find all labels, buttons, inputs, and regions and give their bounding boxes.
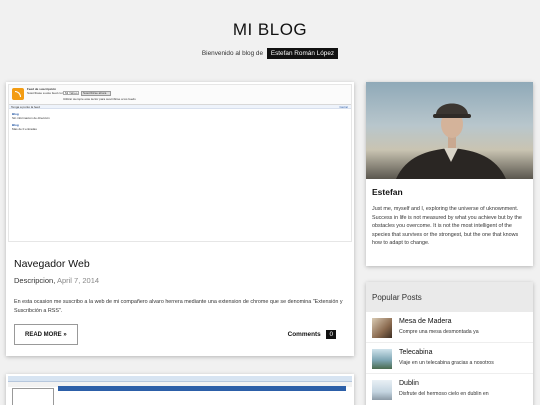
blog-header: MI BLOG Bienvenido al blog de Estefan Ro… [0, 0, 540, 59]
feed-item-desc: Mas de 0 entradas [12, 127, 37, 131]
window-content-header: Bienvenido a IIS [58, 386, 346, 400]
site-title[interactable]: MI BLOG [0, 20, 540, 40]
checkbox-text: Utilizar siempre este lector para suscri… [63, 97, 136, 101]
profile-photo [366, 82, 533, 179]
popular-post-thumbnail[interactable] [372, 349, 392, 369]
subscribe-now-label: Suscribirse ahora [83, 91, 107, 95]
post-date: April 7, 2014 [56, 276, 100, 285]
read-more-button[interactable]: READ MORE » [14, 324, 78, 345]
post-category[interactable]: Descripcion [14, 276, 53, 285]
popular-post-title[interactable]: Mesa de Madera [399, 318, 452, 325]
popular-post-desc: Viaje en un telecabina gracias a nosotro… [399, 360, 494, 366]
person-photo-illustration [396, 103, 506, 179]
site-subtitle: Bienvenido al blog de Estefan Román Lópe… [0, 48, 540, 59]
post-card: Feed de suscripción Suscríbase a este fe… [6, 82, 354, 356]
reader-option: Mi Yahoo [65, 91, 78, 95]
profile-bio: Just me, myself and I, exploring the uni… [372, 206, 522, 246]
post-title[interactable]: Navegador Web [14, 258, 346, 270]
window-head-label: Bienvenido a IIS [62, 396, 84, 400]
popular-post-item[interactable]: Dublin Disfrute del hermoso cielo en dub… [366, 374, 533, 405]
popular-post-title[interactable]: Dublin [399, 380, 419, 387]
rss-icon [12, 88, 24, 100]
post-meta: Descripcion, April 7, 2014 [14, 276, 346, 285]
rss-bar-close: Cerrar [339, 105, 348, 109]
post-footer: READ MORE » Comments 0 [14, 324, 346, 346]
profile-card: Estefan Just me, myself and I, exploring… [366, 82, 533, 266]
post-screenshot: Feed de suscripción Suscríbase a este fe… [8, 84, 352, 242]
post-screenshot: Bienvenido a IIS [8, 376, 352, 405]
profile-name: Estefan [372, 187, 403, 197]
popular-post-thumbnail[interactable] [372, 318, 392, 338]
popular-post-desc: Compre una mesa desmontada ya [399, 329, 479, 335]
popular-post-item[interactable]: Mesa de Madera Compre una mesa desmontad… [366, 312, 533, 343]
owner-name-badge: Estefan Román López [266, 48, 339, 59]
window-tree-panel [12, 388, 54, 405]
welcome-text: Bienvenido al blog de [201, 50, 264, 57]
comments-link[interactable]: Comments 0 [288, 330, 336, 339]
popular-post-title[interactable]: Telecabina [399, 349, 432, 356]
post-card: Bienvenido a IIS [6, 374, 354, 405]
feed-line: Suscríbase a este feed con [27, 91, 64, 95]
rss-toolbar: Tenga a punto la feed Cerrar [9, 105, 351, 109]
comments-label: Comments [287, 331, 321, 338]
popular-posts-title: Popular Posts [366, 282, 533, 312]
popular-post-thumbnail[interactable] [372, 380, 392, 400]
rss-subscribe-panel: Feed de suscripción Suscríbase a este fe… [9, 85, 351, 105]
post-excerpt: En esta ocasion me suscribo a la web de … [14, 299, 343, 314]
rss-bar-left: Tenga a punto la feed [11, 105, 40, 109]
popular-post-item[interactable]: Telecabina Viaje en un telecabina gracia… [366, 343, 533, 374]
popular-posts-widget: Popular Posts Mesa de Madera Compre una … [366, 282, 533, 405]
feed-item-desc: Sin informacion de dirección [12, 116, 50, 120]
comments-count-badge: 0 [326, 330, 336, 339]
popular-post-desc: Disfrute del hermoso cielo en dublin en [399, 391, 489, 397]
post-body: Navegador Web Descripcion, April 7, 2014… [6, 258, 354, 346]
